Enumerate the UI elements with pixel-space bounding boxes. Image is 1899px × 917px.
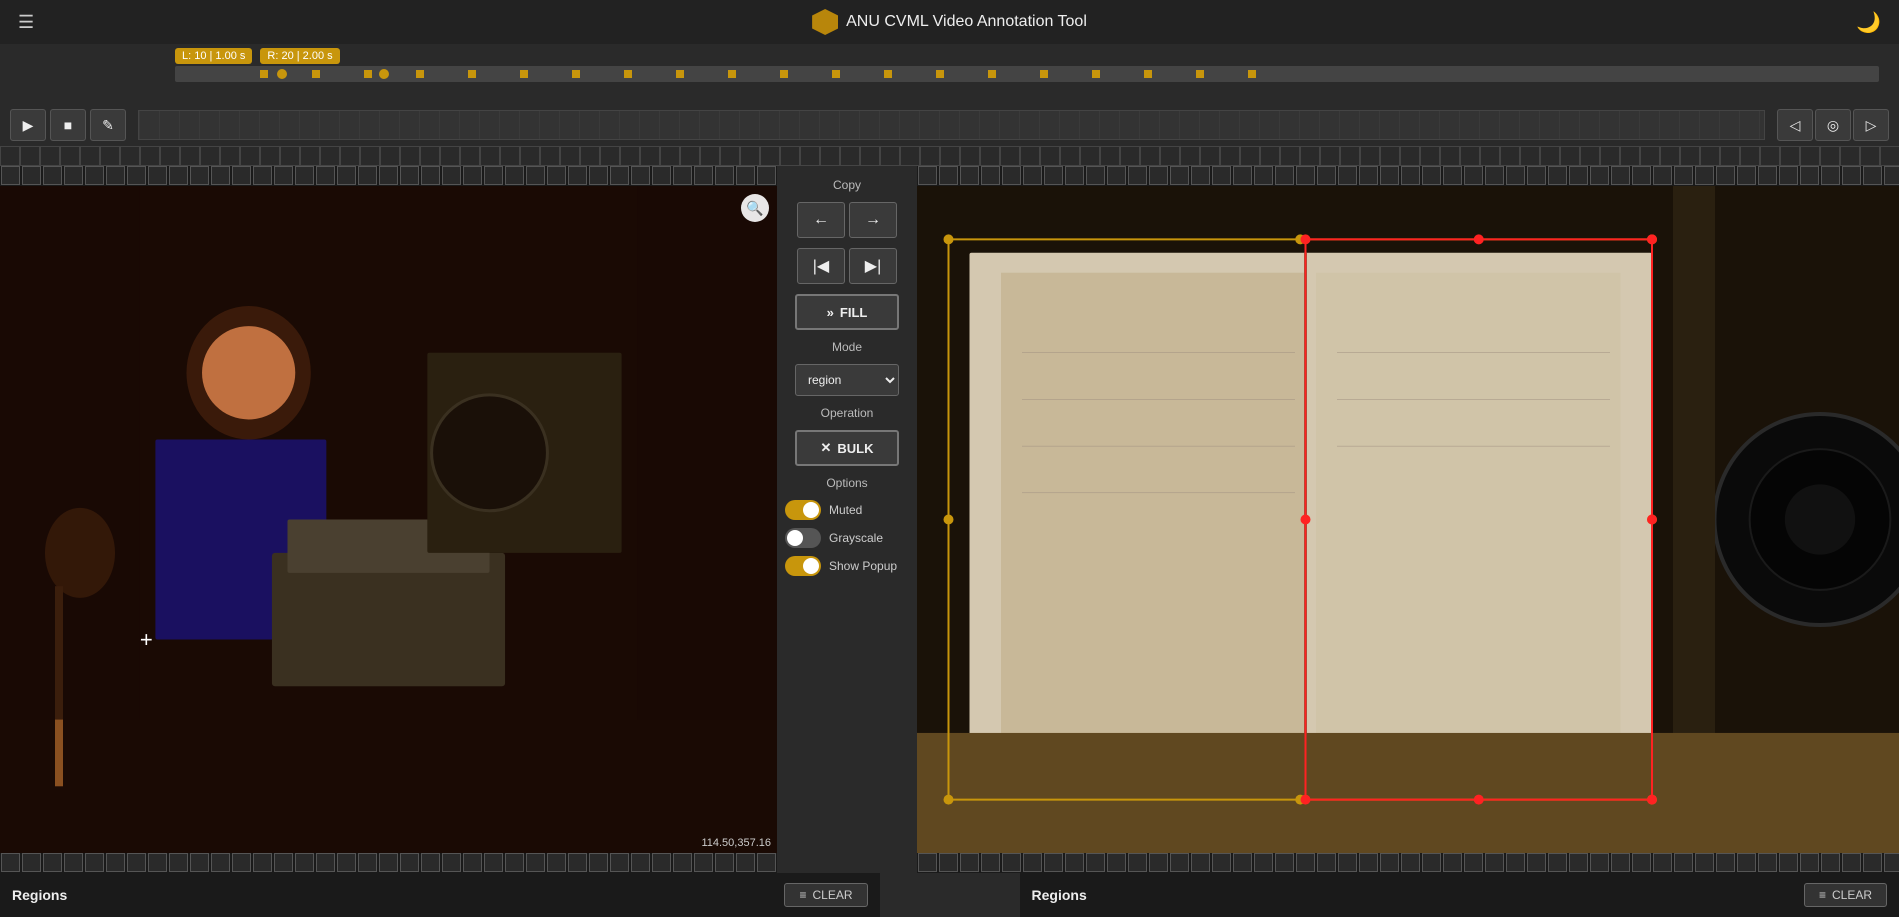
left-video-container: + 🔍 114.50,357.16 bbox=[0, 186, 777, 853]
bulk-label: BULK bbox=[837, 441, 873, 456]
right-scene bbox=[917, 186, 1899, 853]
skip-buttons: |◀ ▶| bbox=[797, 248, 897, 284]
timeline-scroll-inner bbox=[139, 111, 1764, 139]
right-video-container bbox=[917, 186, 1899, 853]
options-label: Options bbox=[826, 476, 867, 490]
skip-end-button[interactable]: ▶| bbox=[849, 248, 897, 284]
stop-button[interactable]: ■ bbox=[50, 109, 86, 141]
timeline-scroll[interactable] bbox=[138, 110, 1765, 140]
menu-icon[interactable]: ☰ bbox=[18, 12, 34, 33]
zoom-icon[interactable]: 🔍 bbox=[741, 194, 769, 222]
top-bar: ☰ ANU CVML Video Annotation Tool 🌙 bbox=[0, 0, 1899, 44]
skip-start-button[interactable]: |◀ bbox=[797, 248, 845, 284]
options-section: Muted Grayscale Show Popup bbox=[785, 500, 909, 576]
show-popup-label: Show Popup bbox=[829, 559, 897, 573]
left-video-panel: document.write(Array(37).fill('<div clas… bbox=[0, 166, 777, 873]
mode-label: Mode bbox=[832, 340, 862, 354]
bulk-icon: ✕ bbox=[820, 440, 831, 456]
left-filmstrip-top: document.write(Array(37).fill('<div clas… bbox=[0, 166, 777, 186]
left-filmstrip-bottom: document.write(Array(37).fill('<div clas… bbox=[0, 853, 777, 873]
muted-toggle-row: Muted bbox=[785, 500, 909, 520]
arrow-buttons: ← → bbox=[797, 202, 897, 238]
moon-icon[interactable]: 🌙 bbox=[1856, 10, 1881, 35]
fill-icon: » bbox=[827, 305, 834, 320]
right-scene-svg bbox=[917, 186, 1899, 853]
shield-icon bbox=[812, 9, 838, 35]
coords-display: 114.50,357.16 bbox=[701, 837, 771, 849]
left-regions-bar: Regions ≡ CLEAR bbox=[0, 873, 880, 917]
timeline-track[interactable] bbox=[175, 66, 1879, 82]
timeline-right-label: R: 20 | 2.00 s bbox=[260, 48, 339, 64]
right-clear-icon: ≡ bbox=[1819, 888, 1826, 902]
arrow-left-button[interactable]: ← bbox=[797, 202, 845, 238]
fill-label: FILL bbox=[840, 305, 867, 320]
nav-buttons: ◁ ◎ ▷ bbox=[1777, 109, 1889, 141]
muted-toggle[interactable] bbox=[785, 500, 821, 520]
right-clear-label: CLEAR bbox=[1832, 888, 1872, 902]
copy-label: Copy bbox=[833, 178, 861, 192]
muted-label: Muted bbox=[829, 503, 862, 517]
right-regions-label: Regions bbox=[1032, 887, 1087, 903]
controls-row: ▶ ■ ✎ ◁ ◎ ▷ bbox=[0, 104, 1899, 146]
left-regions-label: Regions bbox=[12, 887, 67, 903]
edit-button[interactable]: ✎ bbox=[90, 109, 126, 141]
right-filmstrip-top: document.write(Array(50).fill('<div clas… bbox=[917, 166, 1899, 186]
scene-svg bbox=[0, 186, 777, 853]
muted-toggle-slider bbox=[785, 500, 821, 520]
fill-button[interactable]: » FILL bbox=[795, 294, 899, 330]
bottom-panels: Regions ≡ CLEAR Regions ≡ CLEAR bbox=[0, 873, 1899, 917]
center-panel: Copy ← → |◀ ▶| » FILL Mode region point … bbox=[777, 166, 917, 873]
left-clear-icon: ≡ bbox=[799, 888, 806, 902]
crosshair: + bbox=[140, 627, 153, 653]
show-popup-toggle-row: Show Popup bbox=[785, 556, 909, 576]
nav-next-button[interactable]: ▷ bbox=[1853, 109, 1889, 141]
right-regions-bar: Regions ≡ CLEAR bbox=[1020, 873, 1899, 917]
left-clear-label: CLEAR bbox=[812, 888, 852, 902]
show-popup-toggle-slider bbox=[785, 556, 821, 576]
grayscale-toggle-slider bbox=[785, 528, 821, 548]
right-video-panel: document.write(Array(50).fill('<div clas… bbox=[917, 166, 1899, 873]
mode-select[interactable]: region point polygon bbox=[795, 364, 899, 396]
left-clear-button[interactable]: ≡ CLEAR bbox=[784, 883, 867, 907]
play-button[interactable]: ▶ bbox=[10, 109, 46, 141]
operation-label: Operation bbox=[821, 406, 874, 420]
timeline-markers bbox=[260, 70, 1278, 78]
nav-center-button[interactable]: ◎ bbox=[1815, 109, 1851, 141]
nav-prev-button[interactable]: ◁ bbox=[1777, 109, 1813, 141]
timeline-area: L: 10 | 1.00 s R: 20 | 2.00 s bbox=[0, 44, 1899, 104]
timeline-labels: L: 10 | 1.00 s R: 20 | 2.00 s bbox=[10, 44, 1889, 64]
main-content: document.write(Array(37).fill('<div clas… bbox=[0, 166, 1899, 873]
filmstrip-top: document.write(Array(95).fill('<div clas… bbox=[0, 146, 1899, 166]
bottom-left: Regions ≡ CLEAR bbox=[0, 873, 880, 917]
bulk-button[interactable]: ✕ BULK bbox=[795, 430, 899, 466]
right-filmstrip-bottom: document.write(Array(50).fill('<div clas… bbox=[917, 853, 1899, 873]
app-title: ANU CVML Video Annotation Tool bbox=[846, 13, 1087, 31]
timeline-left-label: L: 10 | 1.00 s bbox=[175, 48, 252, 64]
grayscale-toggle[interactable] bbox=[785, 528, 821, 548]
arrow-right-button[interactable]: → bbox=[849, 202, 897, 238]
grayscale-toggle-row: Grayscale bbox=[785, 528, 909, 548]
center-spacer bbox=[880, 873, 1020, 917]
title-area: ANU CVML Video Annotation Tool bbox=[812, 9, 1087, 35]
left-video-placeholder: + 🔍 114.50,357.16 bbox=[0, 186, 777, 853]
show-popup-toggle[interactable] bbox=[785, 556, 821, 576]
bottom-right: Regions ≡ CLEAR bbox=[1020, 873, 1899, 917]
right-clear-button[interactable]: ≡ CLEAR bbox=[1804, 883, 1887, 907]
grayscale-label: Grayscale bbox=[829, 531, 883, 545]
